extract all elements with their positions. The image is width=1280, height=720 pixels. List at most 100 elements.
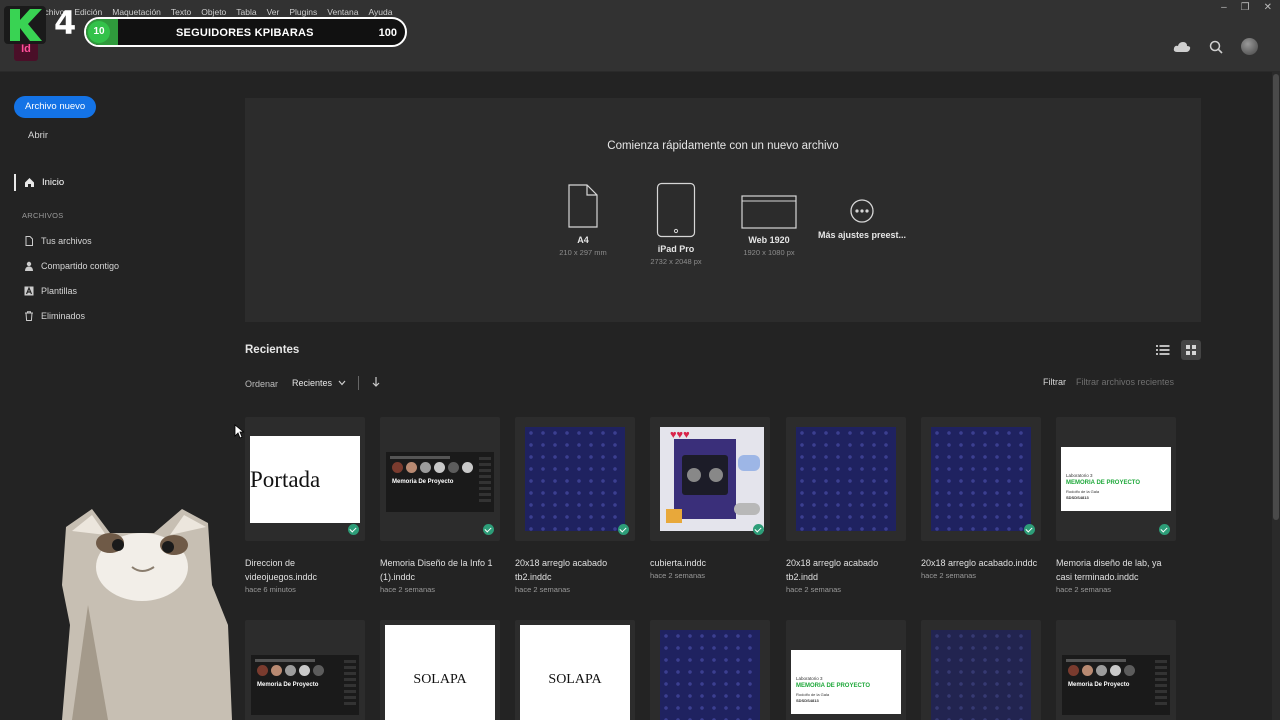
- preset-more[interactable]: Más ajustes preest...: [812, 198, 912, 240]
- thumb-text: SDSDS4813: [1066, 495, 1089, 500]
- mouse-cursor-icon: [234, 424, 244, 439]
- file-card[interactable]: ♥♥♥ cubierta.inddc hace 2 semanas: [650, 417, 770, 580]
- thumb-text: SOLAPA: [385, 625, 495, 720]
- file-date: hace 2 semanas: [650, 571, 706, 580]
- file-thumbnail: [650, 620, 770, 720]
- synced-check-icon: [1159, 524, 1170, 535]
- sort-direction-icon[interactable]: [372, 376, 380, 388]
- restore-icon[interactable]: ❐: [1241, 2, 1250, 13]
- menu-ayuda[interactable]: Ayuda: [368, 7, 392, 17]
- scrollbar[interactable]: [1272, 72, 1280, 720]
- nav-shared[interactable]: Compartido contigo: [24, 261, 119, 271]
- file-card[interactable]: Laboratorio 3 MEMORIA DE PROYECTO Rodolf…: [786, 620, 906, 720]
- thumb-text: Rodolfo de la Gala: [1066, 489, 1100, 494]
- file-card[interactable]: SOLAPA: [380, 620, 500, 720]
- preset-ipad-name: iPad Pro: [657, 244, 695, 254]
- active-indicator: [14, 174, 16, 191]
- nav-shared-label: Compartido contigo: [41, 261, 120, 271]
- filter-input[interactable]: [1072, 372, 1202, 392]
- thumb-text: Rodolfo de la Gala: [796, 692, 830, 697]
- preset-web-1920[interactable]: Web 1920 1920 x 1080 px: [719, 195, 819, 257]
- thumb-decoration: [271, 665, 282, 676]
- new-file-button[interactable]: Archivo nuevo: [14, 96, 97, 118]
- thumb-text: MEMORIA DE PROYECTO: [1066, 480, 1141, 486]
- thumb-decoration: [1068, 665, 1079, 676]
- file-card[interactable]: [650, 620, 770, 720]
- preset-ipad-dims: 2732 x 2048 px: [650, 257, 702, 266]
- files-section-label: ARCHIVOS: [22, 211, 64, 220]
- minimize-icon[interactable]: –: [1221, 2, 1227, 13]
- menu-list: Archivo Edición Maquetación Texto Objeto…: [36, 7, 402, 17]
- file-name: Memoria Diseño de la Info 1 (1).inddc: [380, 558, 493, 582]
- list-view-icon[interactable]: [1156, 343, 1170, 357]
- thumb-text: Memoria De Proyecto: [1068, 682, 1130, 688]
- synced-check-icon: [483, 524, 494, 535]
- file-card[interactable]: Memoria De Proyecto: [1056, 620, 1176, 720]
- search-icon[interactable]: [1209, 40, 1223, 54]
- nav-your-files-label: Tus archivos: [41, 236, 92, 246]
- menu-edicion[interactable]: Edición: [74, 7, 102, 17]
- file-thumbnail: Laboratorio 3 MEMORIA DE PROYECTO Rodolf…: [786, 620, 906, 720]
- thumb-decoration: [344, 660, 356, 708]
- tablet-icon: [656, 182, 696, 238]
- open-button[interactable]: Abrir: [28, 130, 48, 141]
- menu-tabla[interactable]: Tabla: [236, 7, 256, 17]
- file-card[interactable]: 20x18 arreglo acabado tb2.indd hace 2 se…: [786, 417, 906, 594]
- cloud-icon[interactable]: [1173, 41, 1191, 53]
- thumb-decoration: [406, 462, 417, 473]
- file-name: Direccion de videojuegos.inddc: [245, 558, 318, 582]
- menu-maquetacion[interactable]: Maquetación: [112, 7, 161, 17]
- sort-dropdown[interactable]: Recientes: [292, 378, 346, 388]
- preset-a4[interactable]: A4 210 x 297 mm: [533, 183, 633, 257]
- user-icon: [25, 261, 33, 271]
- thumb-decoration: [1082, 665, 1093, 676]
- file-name: cubierta.inddc: [650, 558, 707, 568]
- file-card[interactable]: 20x18 arreglo acabado.inddc hace 2 seman…: [921, 417, 1041, 580]
- avatar[interactable]: [1241, 38, 1258, 55]
- file-thumbnail: ♥♥♥: [650, 417, 770, 541]
- preset-ipad-pro[interactable]: iPad Pro 2732 x 2048 px: [626, 182, 726, 266]
- file-card[interactable]: Portada Direccion de videojuegos.inddc h…: [245, 417, 365, 594]
- thumb-decoration: [1124, 665, 1135, 676]
- screenshot-thumb: Memoria De Proyecto: [251, 655, 359, 715]
- file-thumbnail: [786, 417, 906, 541]
- file-thumbnail: Laboratorio 3 MEMORIA DE PROYECTO Rodolf…: [1056, 417, 1176, 541]
- close-icon[interactable]: ✕: [1264, 2, 1272, 13]
- file-card[interactable]: Memoria De Proyecto: [245, 620, 365, 720]
- thumb-decoration: [1096, 665, 1107, 676]
- thumb-decoration: [1110, 665, 1121, 676]
- document-preset-icon: [568, 184, 598, 228]
- menu-ver[interactable]: Ver: [267, 7, 280, 17]
- cover-art: ♥♥♥: [660, 427, 764, 531]
- menu-plugins[interactable]: Plugins: [289, 7, 317, 17]
- menu-objeto[interactable]: Objeto: [201, 7, 226, 17]
- file-thumbnail: Memoria De Proyecto: [1056, 620, 1176, 720]
- menu-ventana[interactable]: Ventana: [327, 7, 358, 17]
- cover-thumb: ♥♥♥: [660, 427, 764, 531]
- nav-home[interactable]: Inicio: [14, 174, 64, 191]
- file-name: 20x18 arreglo acabado tb2.inddc: [515, 558, 608, 582]
- file-card[interactable]: [921, 620, 1041, 720]
- screenshot-thumb: Memoria De Proyecto: [386, 452, 494, 512]
- nav-templates[interactable]: Plantillas: [24, 286, 77, 296]
- thumb-decoration: [1066, 659, 1126, 662]
- file-thumbnail: [515, 417, 635, 541]
- file-thumbnail: [921, 417, 1041, 541]
- nav-templates-label: Plantillas: [41, 286, 78, 296]
- synced-check-icon: [753, 524, 764, 535]
- file-card[interactable]: Memoria De Proyecto Memoria Diseño de la…: [380, 417, 500, 594]
- sort-value: Recientes: [292, 378, 333, 388]
- file-card[interactable]: 20x18 arreglo acabado tb2.inddc hace 2 s…: [515, 417, 635, 594]
- nav-your-files[interactable]: Tus archivos: [24, 236, 92, 246]
- file-thumbnail: SOLAPA: [380, 620, 500, 720]
- scrollbar-thumb[interactable]: [1273, 74, 1279, 520]
- nav-home-label: Inicio: [42, 177, 65, 188]
- header-icons: [1173, 38, 1258, 55]
- file-card[interactable]: Laboratorio 3 MEMORIA DE PROYECTO Rodolf…: [1056, 417, 1176, 594]
- grid-view-button[interactable]: [1181, 340, 1201, 360]
- thumb-decoration: [434, 462, 445, 473]
- menu-texto[interactable]: Texto: [171, 7, 191, 17]
- file-card[interactable]: SOLAPA: [515, 620, 635, 720]
- thumb-decoration: [1155, 660, 1167, 708]
- nav-deleted[interactable]: Eliminados: [24, 311, 85, 321]
